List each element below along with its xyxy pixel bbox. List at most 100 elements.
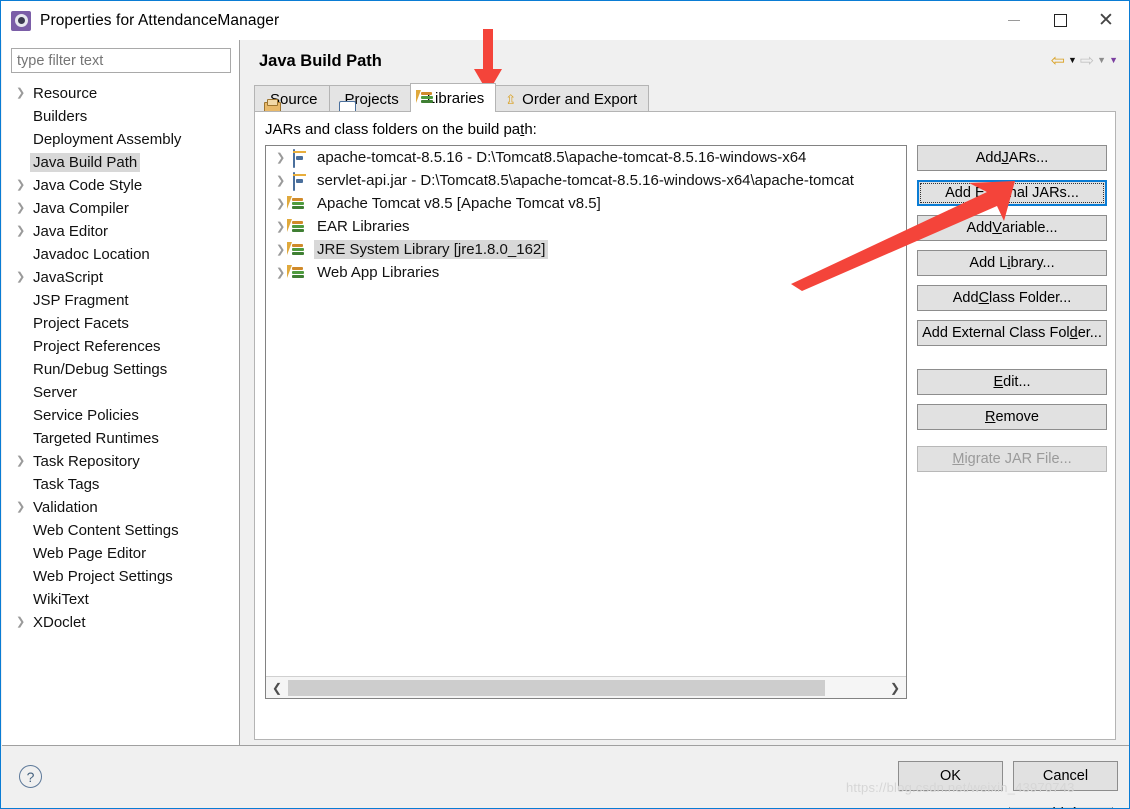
library-row[interactable]: ❯ Apache Tomcat v8.5 [Apache Tomcat v8.5] [266, 192, 906, 215]
sidebar-item-label: Java Build Path [30, 153, 141, 172]
sidebar-item-builders[interactable]: Builders [2, 105, 240, 128]
sidebar-item-java-build-path[interactable]: Java Build Path [2, 151, 240, 174]
button-label-pre: Add L [969, 255, 1008, 271]
minimize-button[interactable] [991, 1, 1037, 39]
library-books-icon [287, 241, 309, 258]
tab-projects[interactable]: Projects [328, 85, 411, 112]
chevron-right-icon[interactable]: ❯ [884, 678, 906, 698]
sidebar-item-web-project-settings[interactable]: Web Project Settings [2, 565, 240, 588]
button-label-mnemonic: R [984, 409, 996, 425]
sidebar-item-deployment-assembly[interactable]: Deployment Assembly [2, 128, 240, 151]
button-label-post: ternal JARs... [991, 185, 1079, 201]
add-external-class-folder-button[interactable]: Add External Class Fol d er... [917, 320, 1107, 346]
help-question-icon[interactable]: ? [19, 765, 42, 788]
button-label-pre: Add [952, 290, 979, 306]
sidebar-item-javadoc-location[interactable]: Javadoc Location [2, 243, 240, 266]
library-row[interactable]: ❯ apache-tomcat-8.5.16 - D:\Tomcat8.5\apa… [266, 146, 906, 169]
sidebar-item-run-debug-settings[interactable]: Run/Debug Settings [2, 358, 240, 381]
add-variable-button[interactable]: Add Variable... [917, 215, 1107, 241]
chevron-left-icon[interactable]: ❮ [266, 678, 288, 698]
library-row[interactable]: ❯ JRE System Library [jre1.8.0_162] [266, 238, 906, 261]
page-title: Java Build Path [259, 52, 382, 70]
library-label: JRE System Library [jre1.8.0_162] [314, 240, 549, 259]
sidebar-item-label: Web Content Settings [33, 522, 179, 539]
sidebar-item-jsp-fragment[interactable]: JSP Fragment [2, 289, 240, 312]
button-label-pre: Add [966, 220, 993, 236]
sidebar-item-java-code-style[interactable]: ❯ Java Code Style [2, 174, 240, 197]
back-arrow-icon[interactable]: ⇦ [1051, 52, 1065, 69]
sidebar-item-task-tags[interactable]: Task Tags [2, 473, 240, 496]
sidebar-item-java-compiler[interactable]: ❯ Java Compiler [2, 197, 240, 220]
library-row[interactable]: ❯ servlet-api.jar - D:\Tomcat8.5\apache-t… [266, 169, 906, 192]
sidebar-item-label: Project Facets [33, 315, 129, 332]
library-books-icon [287, 218, 309, 235]
library-books-icon [287, 264, 309, 281]
add-external-jars-button[interactable]: Add Ex ternal JARs... [917, 180, 1107, 206]
library-row[interactable]: ❯ EAR Libraries [266, 215, 906, 238]
libraries-action-buttons: Add J ARs... Add Ex ternal JARs... Add Varia… [917, 145, 1107, 481]
button-label-mnemonic: M [952, 451, 965, 467]
library-row[interactable]: ❯ Web App Libraries [266, 261, 906, 284]
sidebar-item-service-policies[interactable]: Service Policies [2, 404, 240, 427]
sidebar-item-wikitext[interactable]: WikiText [2, 588, 240, 611]
chevron-right-icon[interactable]: ❯ [16, 226, 30, 237]
sidebar-item-project-references[interactable]: Project References [2, 335, 240, 358]
edit-button[interactable]: Edit... [917, 369, 1107, 395]
sidebar-item-project-facets[interactable]: Project Facets [2, 312, 240, 335]
sidebar-item-label: Web Project Settings [33, 568, 173, 585]
tab-label: Order and Export [522, 90, 638, 108]
sidebar-item-java-editor[interactable]: ❯ Java Editor [2, 220, 240, 243]
forward-history-chevron-down-icon[interactable]: ▼ [1097, 56, 1106, 65]
back-history-chevron-down-icon[interactable]: ▼ [1068, 56, 1077, 65]
button-label-post: brary... [1010, 255, 1055, 271]
jar-icon [291, 148, 309, 168]
migrate-jar-file-button: Migrate JAR File... [917, 446, 1107, 472]
libraries-list[interactable]: ❯ apache-tomcat-8.5.16 - D:\Tomcat8.5\apa… [265, 145, 907, 699]
chevron-right-icon[interactable]: ❯ [276, 174, 291, 187]
button-label-pre: Add External Class Fol [922, 325, 1070, 341]
sidebar-item-validation[interactable]: ❯ Validation [2, 496, 240, 519]
sidebar-item-xdoclet[interactable]: ❯ XDoclet [2, 611, 240, 634]
chevron-right-icon[interactable]: ❯ [16, 88, 30, 99]
watermark: https://blog.csdn.net/weixin_43970743 [846, 780, 1075, 795]
filter-input[interactable] [11, 48, 231, 73]
sidebar-item-label: Server [33, 384, 78, 401]
settings-tree: ❯ Resource Builders Deployment Assembly Java… [2, 82, 240, 634]
sidebar-item-web-content-settings[interactable]: Web Content Settings [2, 519, 240, 542]
tab-order-and-export[interactable]: ⇫ Order and Export [495, 85, 650, 112]
sidebar-item-label: Service Policies [33, 407, 139, 424]
library-label: Web App Libraries [317, 264, 440, 281]
button-label-post: igrate JAR File... [964, 451, 1072, 467]
sidebar-item-server[interactable]: Server [2, 381, 240, 404]
scrollbar-thumb[interactable] [288, 679, 825, 696]
chevron-right-icon[interactable]: ❯ [16, 502, 30, 513]
list-caption-post: h: [524, 121, 537, 138]
chevron-right-icon[interactable]: ❯ [16, 272, 30, 283]
add-library-button[interactable]: Add Li brary... [917, 250, 1107, 276]
remove-button[interactable]: Remove [917, 404, 1107, 430]
chevron-right-icon[interactable]: ❯ [276, 151, 291, 164]
button-label-post: ARs... [1008, 150, 1049, 166]
chevron-right-icon[interactable]: ❯ [16, 456, 30, 467]
add-jars-button[interactable]: Add J ARs... [917, 145, 1107, 171]
add-class-folder-button[interactable]: Add Class Folder... [917, 285, 1107, 311]
sidebar-item-task-repository[interactable]: ❯ Task Repository [2, 450, 240, 473]
chevron-right-icon[interactable]: ❯ [16, 617, 30, 628]
close-button[interactable]: ✕ [1083, 1, 1129, 39]
sidebar-item-targeted-runtimes[interactable]: Targeted Runtimes [2, 427, 240, 450]
chevron-right-icon[interactable]: ❯ [16, 180, 30, 191]
view-menu-chevron-down-icon[interactable]: ▼ [1109, 56, 1118, 65]
sidebar-item-web-page-editor[interactable]: Web Page Editor [2, 542, 240, 565]
sidebar-item-label: Project References [33, 338, 161, 355]
tab-source[interactable]: Source [254, 85, 330, 112]
sidebar-item-label: Builders [33, 108, 88, 125]
sidebar-item-javascript[interactable]: ❯ JavaScript [2, 266, 240, 289]
list-caption: JARs and class folders on the build path… [265, 121, 537, 138]
sidebar-item-resource[interactable]: ❯ Resource [2, 82, 240, 105]
horizontal-scrollbar[interactable]: ❮ ❯ [266, 676, 906, 698]
sidebar-item-label: Java Compiler [33, 200, 129, 217]
tab-libraries[interactable]: Libraries [409, 83, 497, 112]
maximize-button[interactable] [1037, 1, 1083, 39]
button-label-mnemonic: d [1069, 325, 1078, 341]
chevron-right-icon[interactable]: ❯ [16, 203, 30, 214]
